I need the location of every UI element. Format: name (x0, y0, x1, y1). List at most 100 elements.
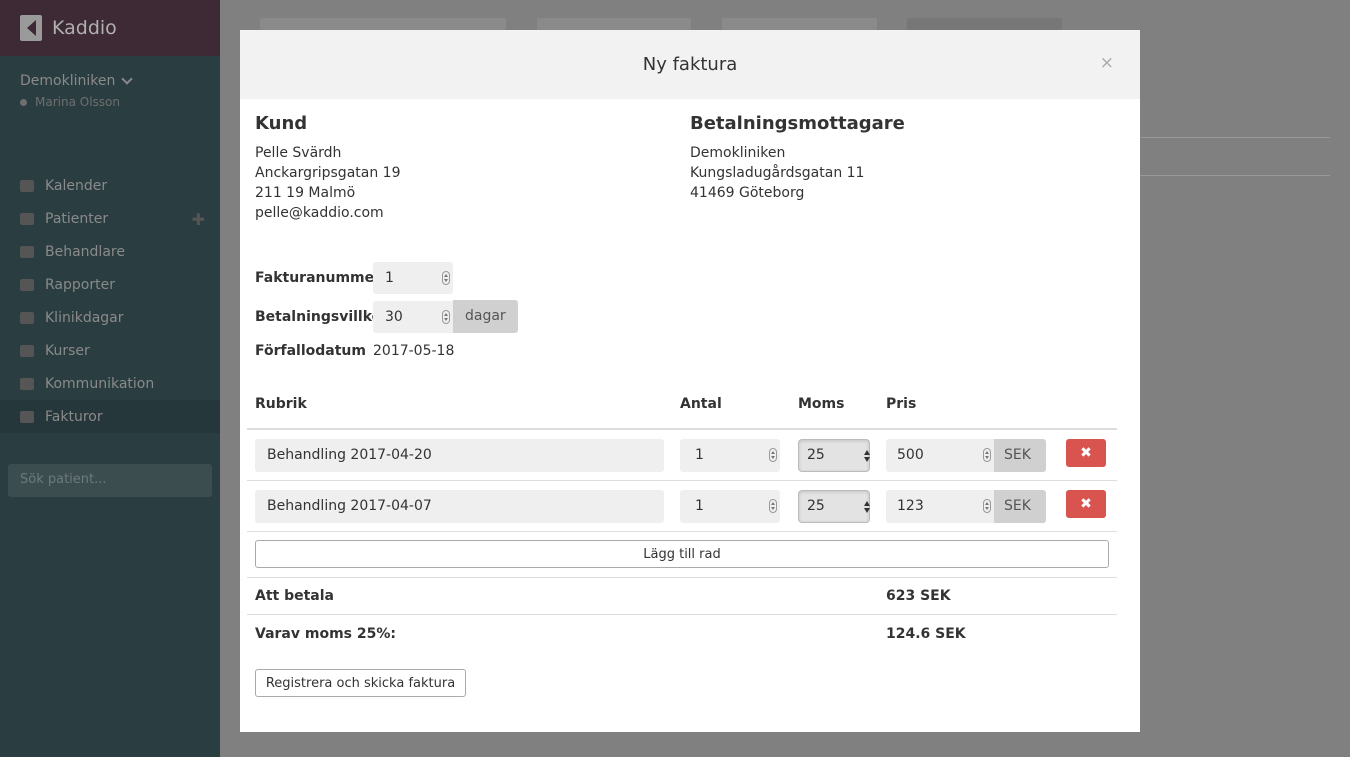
close-icon[interactable]: × (1100, 53, 1114, 73)
background-divider (1140, 175, 1330, 176)
sidebar: Kaddio Demokliniken Marina Olsson Kalend… (0, 0, 220, 757)
delete-row-button[interactable]: ✖ (1066, 439, 1106, 467)
customer-block: Kund Pelle Svärdh Anckargripsgatan 19 21… (255, 113, 690, 258)
price-value: 123 (897, 497, 924, 514)
spinner-icon[interactable] (769, 498, 777, 513)
sidebar-item-label: Kurser (45, 342, 90, 359)
payee-block: Betalningsmottagare Demokliniken Kungsla… (690, 113, 1125, 258)
price-input[interactable]: 123 (886, 489, 994, 523)
register-and-send-button[interactable]: Registrera och skicka faktura (255, 669, 466, 697)
background-field (722, 18, 877, 30)
background-field (907, 18, 1062, 30)
sidebar-item-label: Kalender (45, 177, 108, 194)
sidebar-item-label: Behandlare (45, 243, 125, 260)
vat-select[interactable]: 25 (798, 438, 870, 472)
vat-total-value: 124.6 SEK (886, 625, 966, 642)
kaddio-logo-icon (20, 15, 42, 41)
column-header-antal: Antal (680, 396, 722, 412)
payment-terms-input[interactable]: 30 (373, 300, 453, 333)
spinner-icon[interactable] (983, 498, 991, 513)
antal-input[interactable]: 1 (680, 489, 780, 523)
delete-row-button[interactable]: ✖ (1066, 490, 1106, 518)
total-label: Att betala (255, 588, 334, 604)
table-header: Rubrik Antal Moms Pris (247, 396, 1117, 430)
price-value: 500 (897, 446, 924, 463)
sidebar-item-label: Klinikdagar (45, 309, 124, 326)
due-date-value: 2017-05-18 (373, 343, 455, 359)
app-name: Kaddio (52, 17, 117, 39)
price-input[interactable]: 500 (886, 438, 994, 472)
spinner-icon[interactable] (442, 309, 450, 324)
total-value: 623 SEK (886, 588, 951, 604)
add-row-container: Lägg till rad (247, 532, 1117, 578)
invoice-parties: Kund Pelle Svärdh Anckargripsgatan 19 21… (255, 113, 1125, 258)
calendar-icon (20, 179, 34, 192)
clinic-switcher[interactable]: Demokliniken Marina Olsson (0, 56, 220, 169)
status-dot-icon (20, 98, 27, 106)
customer-city: 211 19 Malmö (255, 185, 356, 201)
add-row-button[interactable]: Lägg till rad (255, 540, 1109, 568)
background-divider (1140, 137, 1330, 138)
add-patient-icon[interactable]: ✚ (192, 210, 205, 229)
file-icon (20, 410, 34, 423)
modal-title: Ny faktura (642, 54, 738, 75)
bar-chart-icon (20, 278, 34, 291)
vat-value: 25 (807, 497, 825, 514)
clinic-name: Demokliniken (20, 73, 116, 89)
due-date-row: Förfallodatum 2017-05-18 (255, 336, 1125, 366)
antal-value: 1 (695, 446, 704, 463)
patient-search-input[interactable]: Sök patient... (8, 464, 212, 497)
brand[interactable]: Kaddio (0, 0, 220, 56)
spinner-icon[interactable] (769, 447, 777, 462)
currency-addon: SEK (994, 489, 1046, 523)
invoice-number-label: Fakturanummer (255, 269, 382, 286)
background-field (260, 18, 506, 30)
sidebar-item-kalender[interactable]: Kalender (0, 169, 220, 202)
sidebar-item-kommunikation[interactable]: Kommunikation (0, 367, 220, 400)
payment-terms-label: Betalningsvillkor (255, 308, 389, 325)
antal-value: 1 (695, 497, 704, 514)
close-icon: ✖ (1080, 496, 1092, 512)
payee-heading: Betalningsmottagare (690, 113, 905, 134)
customer-name: Pelle Svärdh (255, 145, 342, 161)
payee-city: 41469 Göteborg (690, 185, 805, 201)
chevron-down-icon (121, 73, 134, 85)
users-icon (20, 212, 34, 225)
calendar-icon (20, 311, 34, 324)
rubrik-input[interactable]: Behandling 2017-04-20 (255, 438, 664, 472)
sidebar-item-label: Patienter (45, 210, 109, 227)
background-field (537, 18, 691, 30)
user-icon (20, 245, 34, 258)
column-header-rubrik: Rubrik (255, 396, 307, 412)
antal-input[interactable]: 1 (680, 438, 780, 472)
sidebar-item-kurser[interactable]: Kurser (0, 334, 220, 367)
table-row: Behandling 2017-04-07 1 25 123 SEK ✖ (247, 481, 1117, 532)
rubrik-input[interactable]: Behandling 2017-04-07 (255, 489, 664, 523)
sidebar-nav: Kalender Patienter ✚ Behandlare Rapporte… (0, 169, 220, 433)
sidebar-item-klinikdagar[interactable]: Klinikdagar (0, 301, 220, 334)
payment-terms-row: Betalningsvillkor 30 dagar (255, 297, 1125, 336)
invoice-number-value: 1 (385, 269, 394, 286)
invoice-number-row: Fakturanummer 1 (255, 258, 1125, 297)
sidebar-item-label: Rapporter (45, 276, 115, 293)
vat-select[interactable]: 25 (798, 489, 870, 523)
invoice-number-input[interactable]: 1 (373, 261, 453, 294)
total-row: Att betala 623 SEK (247, 578, 1117, 615)
customer-street: Anckargripsgatan 19 (255, 165, 401, 181)
invoice-items-table: Rubrik Antal Moms Pris Behandling 2017-0… (247, 396, 1117, 652)
graduation-cap-icon (20, 344, 34, 357)
sidebar-item-rapporter[interactable]: Rapporter (0, 268, 220, 301)
modal-header: Ny faktura × (240, 30, 1140, 99)
sidebar-item-behandlare[interactable]: Behandlare (0, 235, 220, 268)
sidebar-item-patienter[interactable]: Patienter ✚ (0, 202, 220, 235)
price-group: 123 SEK (886, 489, 1046, 523)
spinner-icon[interactable] (983, 447, 991, 462)
sidebar-item-label: Kommunikation (45, 375, 155, 392)
modal-body: Kund Pelle Svärdh Anckargripsgatan 19 21… (240, 99, 1140, 652)
payment-terms-value: 30 (385, 308, 403, 325)
sidebar-item-fakturor[interactable]: Fakturor (0, 400, 220, 433)
chat-icon (20, 377, 34, 390)
payee-name: Demokliniken (690, 145, 786, 161)
price-group: 500 SEK (886, 438, 1046, 472)
spinner-icon[interactable] (442, 270, 450, 285)
